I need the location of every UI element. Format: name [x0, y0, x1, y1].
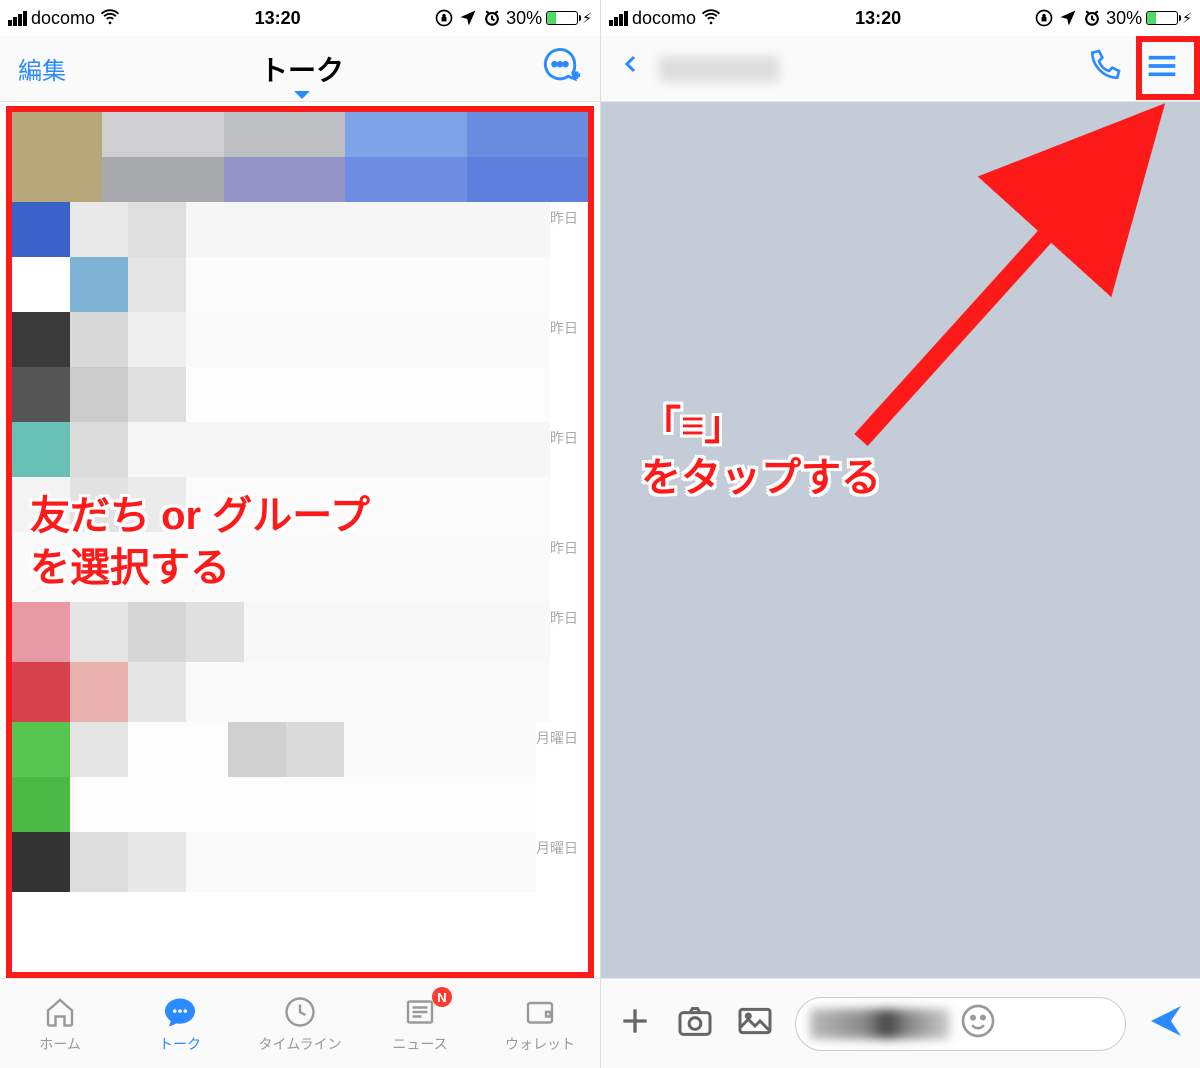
tab-news[interactable]: N ニュース [360, 979, 480, 1068]
list-item[interactable]: 昨日 [12, 312, 588, 422]
chat-list[interactable]: 昨日 昨日 昨日 昨日 [12, 112, 588, 972]
carrier-label: docomo [632, 8, 696, 29]
input-blur [810, 1009, 950, 1039]
back-button[interactable] [619, 47, 643, 90]
chat-input-bar [601, 978, 1200, 1068]
battery-pct: 30% [506, 8, 542, 29]
charging-icon: ⚡︎ [582, 10, 592, 27]
edit-button[interactable]: 編集 [18, 51, 66, 86]
list-item[interactable]: 昨日 [12, 532, 588, 602]
battery-pct: 30% [1106, 8, 1142, 29]
add-button[interactable] [615, 1001, 655, 1046]
emoji-button[interactable] [958, 1001, 998, 1046]
list-item[interactable]: 昨日 [12, 602, 588, 722]
signal-icon [609, 11, 628, 26]
battery-icon [1146, 11, 1178, 25]
status-time: 13:20 [255, 8, 301, 29]
tab-talk[interactable]: トーク [120, 979, 240, 1068]
alarm-icon [482, 8, 502, 28]
message-input[interactable] [795, 997, 1126, 1051]
timestamp: 昨日 [550, 422, 588, 448]
page-title[interactable]: トーク [260, 49, 344, 89]
list-item[interactable]: 昨日 [12, 422, 588, 532]
chat-title-blur [659, 56, 779, 82]
wifi-icon [700, 5, 722, 32]
carrier-label: docomo [31, 8, 95, 29]
timestamp: 昨日 [550, 202, 588, 228]
alarm-icon [1082, 8, 1102, 28]
chevron-down-icon [294, 91, 310, 99]
tab-timeline[interactable]: タイムライン [240, 979, 360, 1068]
rotation-lock-icon [434, 8, 454, 28]
timestamp: 月曜日 [536, 722, 588, 748]
timestamp: 昨日 [550, 602, 588, 628]
tab-bar: ホーム トーク タイムライン N ニュース ウォレット [0, 978, 600, 1068]
rotation-lock-icon [1034, 8, 1054, 28]
screen-chat: docomo 13:20 30% ⚡︎ [600, 0, 1200, 1068]
list-item[interactable]: 月曜日 [12, 832, 588, 892]
send-button[interactable] [1146, 1001, 1186, 1046]
new-chat-icon[interactable] [538, 44, 582, 93]
timestamp: 月曜日 [536, 832, 588, 858]
location-icon [458, 8, 478, 28]
chat-nav [601, 36, 1200, 102]
status-bar: docomo 13:20 30% ⚡︎ [0, 0, 600, 36]
menu-button[interactable] [1142, 46, 1182, 91]
list-item[interactable] [12, 112, 588, 202]
chat-list-highlight: 昨日 昨日 昨日 昨日 [6, 106, 594, 978]
timestamp: 昨日 [550, 312, 588, 338]
signal-icon [8, 11, 27, 26]
status-time: 13:20 [855, 8, 901, 29]
battery-icon [546, 11, 578, 25]
tab-home[interactable]: ホーム [0, 979, 120, 1068]
wifi-icon [99, 5, 121, 32]
chat-background [601, 102, 1200, 978]
call-button[interactable] [1084, 46, 1124, 91]
screen-talk-list: docomo 13:20 30% ⚡︎ 編集 トーク [0, 0, 600, 1068]
status-bar: docomo 13:20 30% ⚡︎ [601, 0, 1200, 36]
charging-icon: ⚡︎ [1182, 10, 1192, 27]
news-badge: N [432, 987, 452, 1007]
list-item[interactable]: 月曜日 [12, 722, 588, 832]
camera-button[interactable] [675, 1001, 715, 1046]
location-icon [1058, 8, 1078, 28]
list-item[interactable]: 昨日 [12, 202, 588, 312]
nav-bar: 編集 トーク [0, 36, 600, 102]
timestamp: 昨日 [550, 532, 588, 558]
tab-wallet[interactable]: ウォレット [480, 979, 600, 1068]
gallery-button[interactable] [735, 1001, 775, 1046]
